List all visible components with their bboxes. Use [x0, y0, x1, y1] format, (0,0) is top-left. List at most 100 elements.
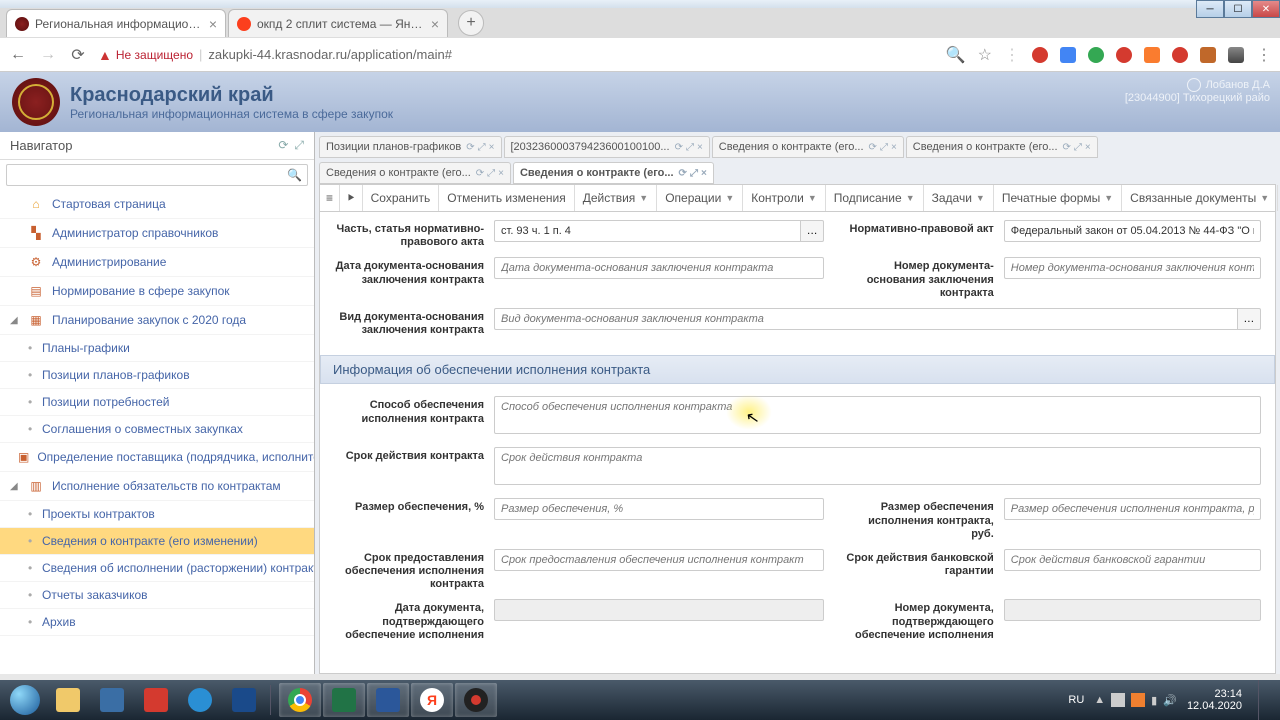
extension-icon[interactable]: [1088, 47, 1104, 63]
input-sizerub[interactable]: [1004, 498, 1261, 520]
close-icon[interactable]: ×: [697, 142, 703, 153]
nav-reports[interactable]: Отчеты заказчиков: [0, 582, 314, 609]
tag-button[interactable]: ⯈: [340, 185, 363, 211]
cancel-button[interactable]: Отменить изменения: [439, 185, 574, 211]
tasks-menu[interactable]: Задачи▼: [924, 185, 994, 211]
nav-administration[interactable]: ⚙Администрирование: [0, 248, 314, 277]
input-act[interactable]: [1004, 220, 1261, 242]
refresh-icon[interactable]: ⟳: [869, 142, 877, 153]
picker-button[interactable]: …: [801, 220, 823, 242]
nav-draft-contracts[interactable]: Проекты контрактов: [0, 501, 314, 528]
nav-supplier[interactable]: ▣Определение поставщика (подрядчика, исп…: [0, 443, 314, 472]
expand-icon[interactable]: ⤢: [880, 142, 888, 153]
expand-icon[interactable]: ⤢: [690, 168, 698, 179]
close-icon[interactable]: ×: [701, 168, 707, 179]
extension-icon[interactable]: [1144, 47, 1160, 63]
tray-lang[interactable]: RU: [1068, 694, 1084, 706]
taskbar-recorder[interactable]: [455, 683, 497, 717]
taskbar-chrome[interactable]: [279, 683, 321, 717]
refresh-icon[interactable]: ⟳: [1063, 142, 1071, 153]
close-icon[interactable]: ×: [498, 168, 504, 179]
nav-admin-ref[interactable]: ▚Администратор справочников: [0, 219, 314, 248]
taskbar-explorer[interactable]: [47, 683, 89, 717]
window-minimize[interactable]: ─: [1196, 0, 1224, 18]
extension-icon[interactable]: [1172, 47, 1188, 63]
tray-network-icon[interactable]: ▮: [1151, 694, 1157, 707]
address-field[interactable]: ▲Не защищено | zakupki-44.krasnodar.ru/a…: [98, 47, 936, 63]
controls-menu[interactable]: Контроли▼: [743, 185, 826, 211]
sidebar-search-input[interactable]: [6, 164, 308, 186]
menu-icon[interactable]: ⋮: [1256, 45, 1272, 65]
save-button[interactable]: Сохранить: [363, 185, 440, 211]
taskbar-word[interactable]: [367, 683, 409, 717]
nav-joint-agreements[interactable]: Соглашения о совместных закупках: [0, 416, 314, 443]
input-bankterm[interactable]: [1004, 549, 1261, 571]
close-icon[interactable]: ×: [1085, 142, 1091, 153]
taskbar-app[interactable]: [179, 683, 221, 717]
search-icon[interactable]: 🔍: [946, 45, 966, 65]
input-provterm[interactable]: [494, 549, 824, 571]
close-icon[interactable]: ×: [891, 142, 897, 153]
nav-home[interactable]: ⌂Стартовая страница: [0, 190, 314, 219]
window-maximize[interactable]: ☐: [1224, 0, 1252, 18]
input-docnum[interactable]: [1004, 257, 1261, 279]
expand-icon[interactable]: ⤢: [1074, 142, 1082, 153]
star-icon[interactable]: ☆: [978, 45, 992, 65]
extension-icon[interactable]: [1060, 47, 1076, 63]
tray-up-icon[interactable]: ▲: [1094, 694, 1105, 706]
extension-icon[interactable]: [1228, 47, 1244, 63]
taskbar-excel[interactable]: [323, 683, 365, 717]
taskbar-app[interactable]: [135, 683, 177, 717]
extension-icon[interactable]: [1200, 47, 1216, 63]
tray-date[interactable]: 12.04.2020: [1187, 700, 1242, 712]
expand-icon[interactable]: ⤢: [487, 168, 495, 179]
refresh-icon[interactable]: ⟳: [675, 142, 683, 153]
browser-tab-2[interactable]: окпд 2 сплит система — Яндекс ×: [228, 9, 448, 37]
tray-volume-icon[interactable]: 🔊: [1163, 694, 1177, 707]
content-tab[interactable]: Сведения о контракте (его...⟳⤢×: [712, 136, 904, 158]
taskbar-app[interactable]: [223, 683, 265, 717]
tab-close-icon[interactable]: ×: [431, 16, 439, 32]
actions-menu[interactable]: Действия▼: [575, 185, 658, 211]
window-close[interactable]: ✕: [1252, 0, 1280, 18]
picker-button[interactable]: …: [1238, 308, 1261, 330]
refresh-icon[interactable]: ⟳: [278, 138, 288, 153]
tray-clock[interactable]: 23:14: [1187, 688, 1242, 700]
input-sizepct[interactable]: [494, 498, 824, 520]
content-tab[interactable]: Позиции планов-графиков⟳⤢×: [319, 136, 502, 158]
back-button[interactable]: ←: [8, 45, 28, 65]
input-doctype[interactable]: [494, 308, 1238, 330]
new-tab-button[interactable]: +: [458, 10, 484, 36]
nav-need-positions[interactable]: Позиции потребностей: [0, 389, 314, 416]
print-menu[interactable]: Печатные формы▼: [994, 185, 1122, 211]
tray-icon[interactable]: [1111, 693, 1125, 707]
nav-contract-info[interactable]: Сведения о контракте (его изменении): [0, 528, 314, 555]
input-part[interactable]: [494, 220, 801, 242]
show-desktop[interactable]: [1258, 680, 1268, 720]
browser-tab-1[interactable]: Региональная информационна ×: [6, 9, 226, 37]
nav-plan-positions[interactable]: Позиции планов-графиков: [0, 362, 314, 389]
content-tab[interactable]: Сведения о контракте (его...⟳⤢×: [319, 162, 511, 184]
refresh-icon[interactable]: ⟳: [466, 142, 474, 153]
nav-archive[interactable]: Архив: [0, 609, 314, 636]
input-method[interactable]: [494, 396, 1261, 434]
tab-close-icon[interactable]: ×: [209, 16, 217, 32]
content-tab-active[interactable]: Сведения о контракте (его...⟳⤢×: [513, 162, 714, 184]
reload-button[interactable]: ⟳: [68, 45, 88, 65]
extension-icon[interactable]: [1032, 47, 1048, 63]
nav-norming[interactable]: ▤Нормирование в сфере закупок: [0, 277, 314, 306]
nav-planning[interactable]: ◢▦Планирование закупок с 2020 года: [0, 306, 314, 335]
refresh-icon[interactable]: ⟳: [476, 168, 484, 179]
input-term[interactable]: [494, 447, 1261, 485]
tray-icon[interactable]: [1131, 693, 1145, 707]
refresh-icon[interactable]: ⟳: [679, 168, 687, 179]
content-tab[interactable]: [203236000379423600100100...⟳⤢×: [504, 136, 710, 158]
content-tab[interactable]: Сведения о контракте (его...⟳⤢×: [906, 136, 1098, 158]
menu-button[interactable]: ≡: [320, 185, 340, 211]
related-menu[interactable]: Связанные документы▼: [1122, 185, 1278, 211]
input-confdate[interactable]: [494, 599, 824, 621]
taskbar-app[interactable]: [91, 683, 133, 717]
extension-icon[interactable]: [1116, 47, 1132, 63]
expand-icon[interactable]: ⤢: [686, 142, 694, 153]
start-button[interactable]: [5, 683, 45, 717]
